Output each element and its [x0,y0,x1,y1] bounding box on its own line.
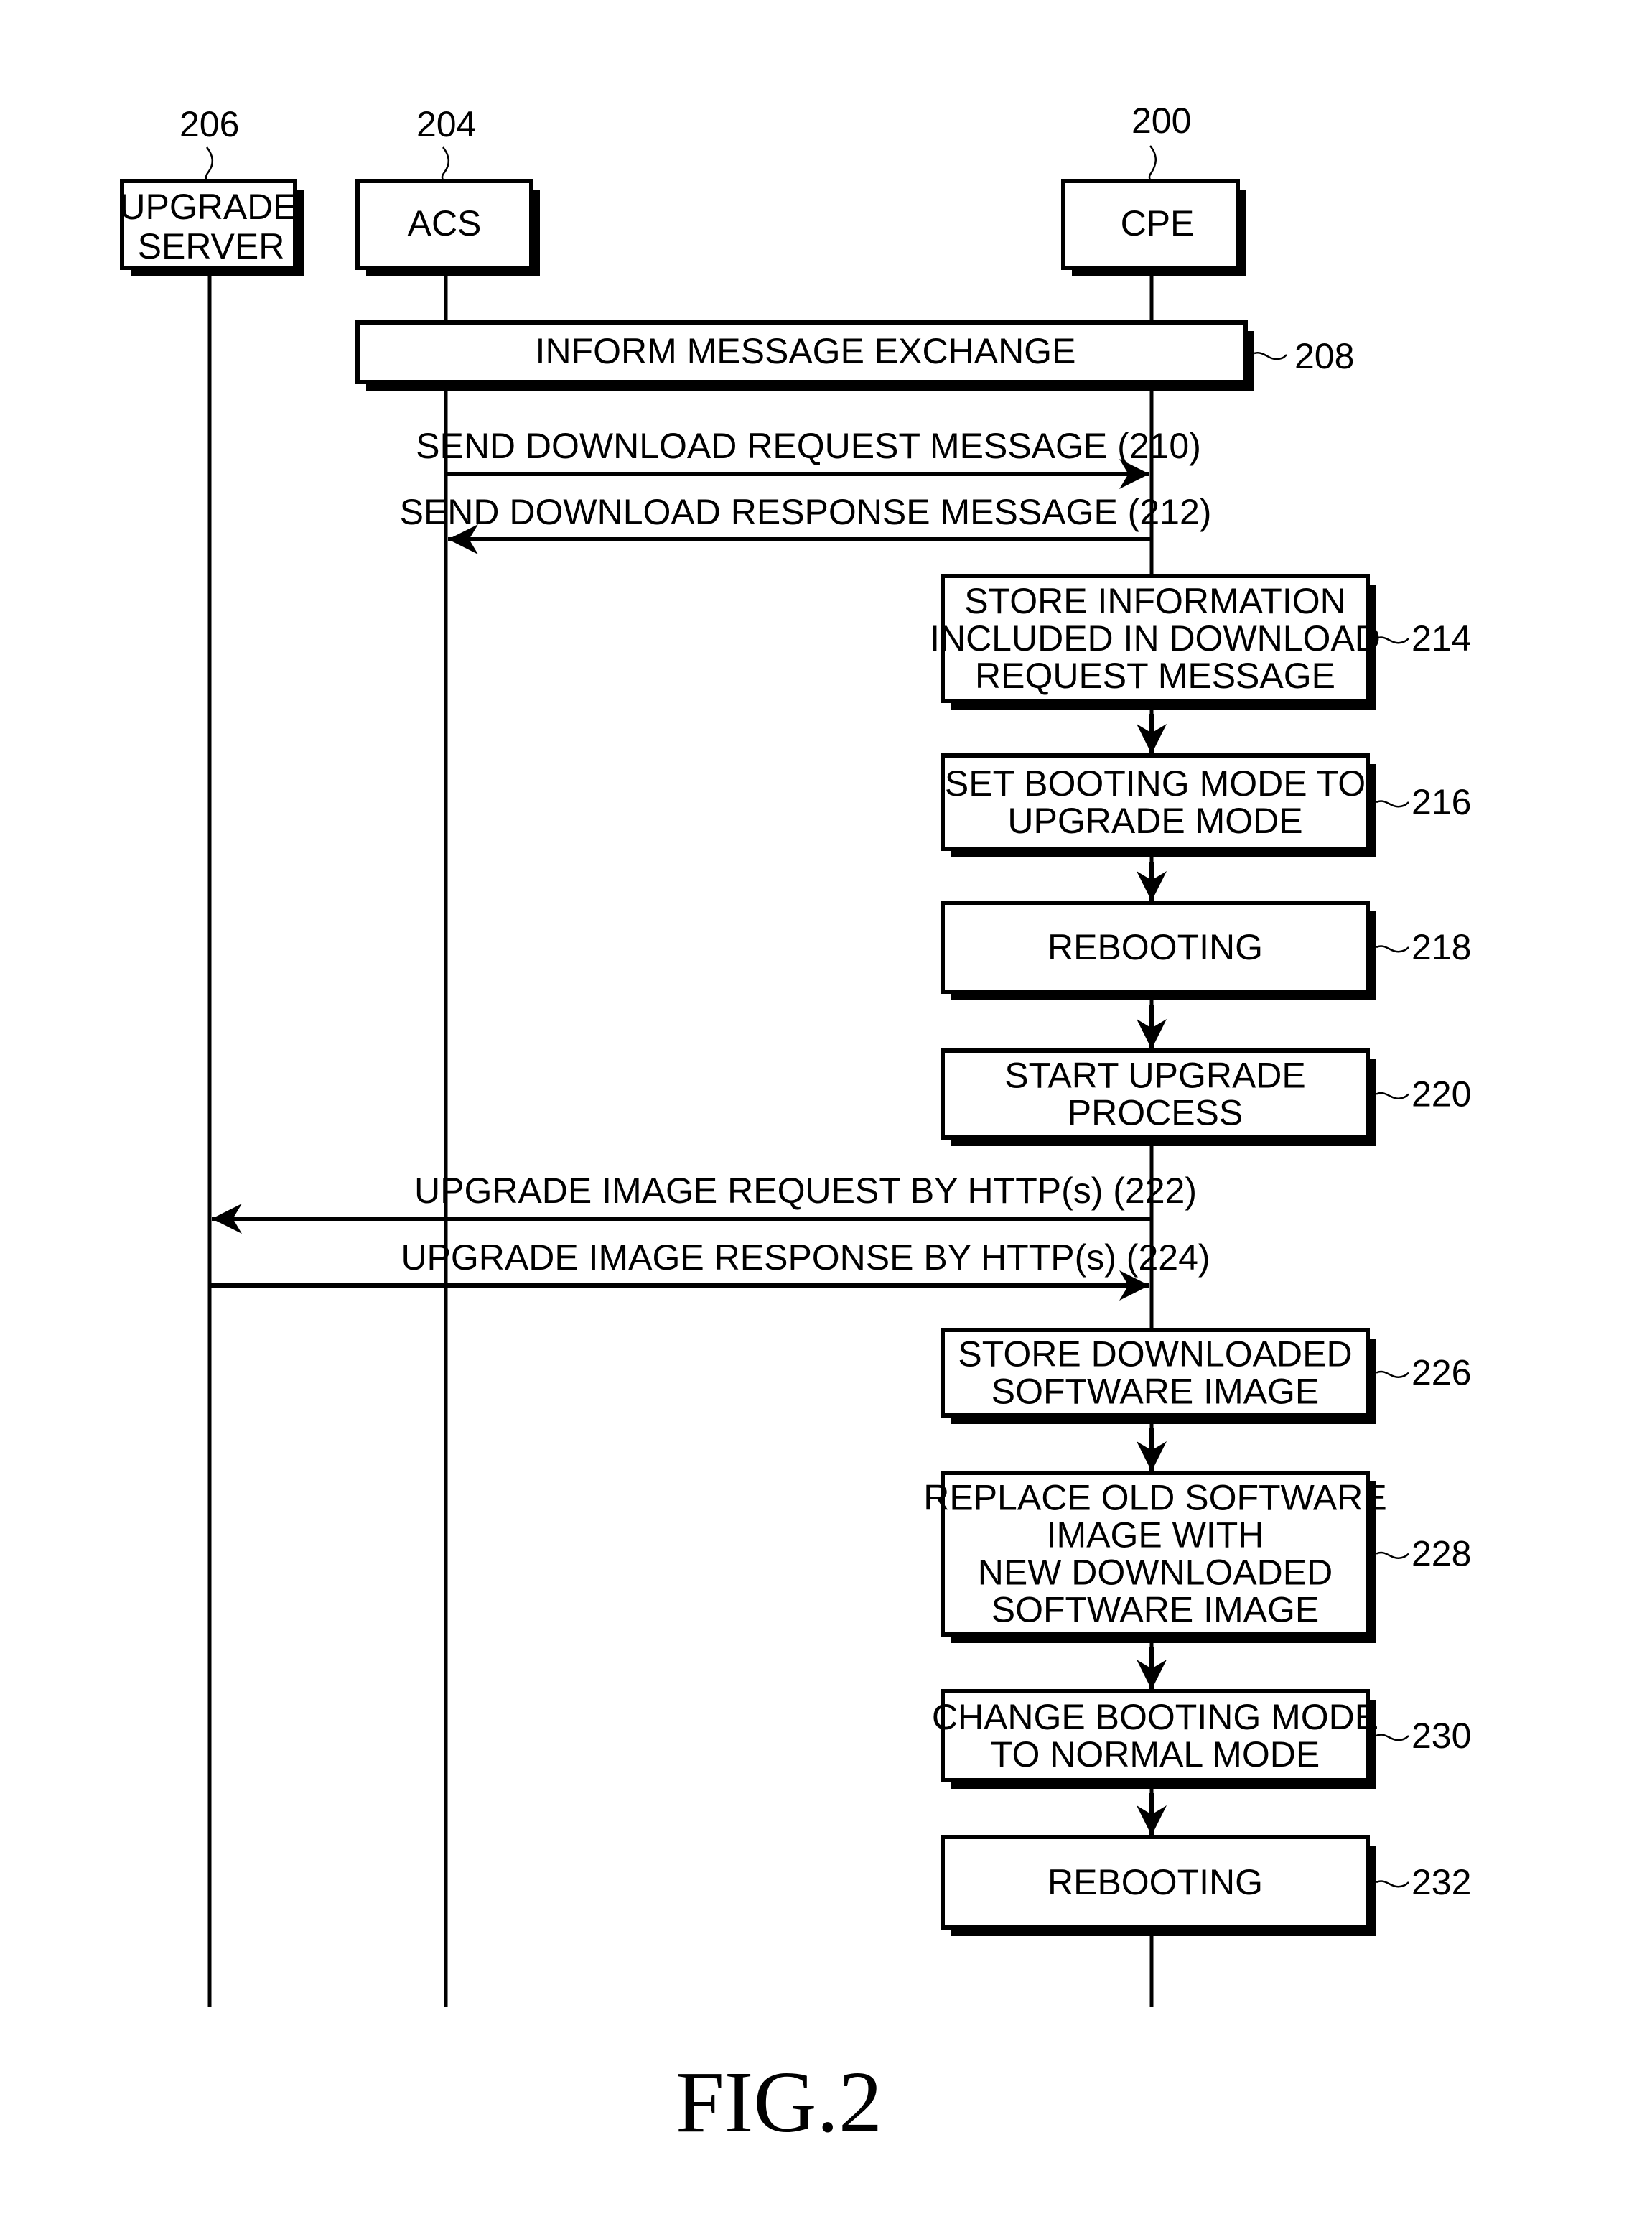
step-box-216: SET BOOTING MODE TOUPGRADE MODE 216 [941,753,1471,857]
entity-cpe: 200 CPE [1061,101,1246,276]
sequence-diagram: 206 UPGRADE SERVER 204 ACS 200 CPE INFOR… [119,101,1471,2151]
step-label-line: IMAGE WITH [1047,1515,1264,1555]
figure-label: FIG.2 [676,2054,882,2151]
step-box-230: CHANGE BOOTING MODETO NORMAL MODE 230 [932,1689,1471,1789]
entity-acs: 204 ACS [355,104,540,276]
step-ref: 218 [1411,927,1471,967]
step-box-218: REBOOTING 218 [941,901,1471,1000]
step-label-line: PROCESS [1068,1093,1243,1133]
step-ref: 220 [1411,1074,1471,1115]
ref-leader-204 [441,146,449,182]
step-ref: 230 [1411,1716,1471,1756]
message-222: UPGRADE IMAGE REQUEST BY HTTP(s) (222) [212,1171,1197,1234]
ref-leader-206 [205,146,213,182]
step-ref: 232 [1411,1862,1471,1902]
message-label: SEND DOWNLOAD REQUEST MESSAGE (210) [416,426,1201,466]
step-box-226: STORE DOWNLOADEDSOFTWARE IMAGE 226 [941,1328,1471,1424]
message-label: UPGRADE IMAGE RESPONSE BY HTTP(s) (224) [401,1237,1210,1278]
step-label-line: INCLUDED IN DOWNLOAD [930,618,1381,659]
step-ref: 216 [1411,782,1471,822]
step-ref: 214 [1411,618,1471,659]
step-label-line: TO NORMAL MODE [991,1734,1320,1774]
ref-leader-232 [1376,1880,1409,1888]
ref-leader-220 [1376,1092,1409,1099]
entity-label-line: UPGRADE [119,187,297,227]
step-label-line: REPLACE OLD SOFTWARE [923,1478,1386,1518]
ref-leader-218 [1376,945,1409,953]
step-label-line: START UPGRADE [1004,1056,1306,1096]
step-label-line: REQUEST MESSAGE [975,656,1335,696]
step-box-220: START UPGRADEPROCESS 220 [941,1048,1471,1146]
step-ref: 226 [1411,1353,1471,1393]
ref-leader-228 [1376,1551,1409,1559]
message-224: UPGRADE IMAGE RESPONSE BY HTTP(s) (224) [210,1237,1210,1301]
step-label-line: CHANGE BOOTING MODE [932,1697,1378,1737]
ref-leader-200 [1148,145,1157,182]
step-label-line: NEW DOWNLOADED [978,1553,1333,1593]
entity-label-line: SERVER [138,226,285,266]
step-label-line: STORE INFORMATION [964,581,1346,621]
step-label-line: UPGRADE MODE [1007,801,1302,841]
message-label: SEND DOWNLOAD RESPONSE MESSAGE (212) [400,492,1212,532]
step-label-line: SOFTWARE IMAGE [991,1590,1320,1630]
step-box-228: REPLACE OLD SOFTWAREIMAGE WITHNEW DOWNLO… [923,1471,1471,1643]
ref-leader-216 [1376,800,1409,808]
step-label-line: STORE DOWNLOADED [958,1334,1352,1374]
entity-upgrade-server: 206 UPGRADE SERVER [119,104,304,276]
message-label: UPGRADE IMAGE REQUEST BY HTTP(s) (222) [414,1171,1197,1211]
inform-ref: 208 [1294,336,1354,376]
ref-leader-214 [1376,636,1409,644]
entity-ref-206: 206 [179,104,239,144]
entity-ref-200: 200 [1131,101,1191,141]
message-212: SEND DOWNLOAD RESPONSE MESSAGE (212) [400,492,1212,554]
step-label-line: REBOOTING [1047,1862,1263,1902]
ref-leader-226 [1376,1370,1409,1378]
step-box-232: REBOOTING 232 [941,1835,1471,1936]
step-label-line: REBOOTING [1047,927,1263,967]
entity-ref-204: 204 [416,104,476,144]
ref-leader-230 [1376,1734,1409,1741]
inform-exchange-box: INFORM MESSAGE EXCHANGE 208 [355,320,1354,391]
step-label-line: SOFTWARE IMAGE [991,1372,1320,1412]
step-label-line: SET BOOTING MODE TO [945,763,1366,804]
step-ref: 228 [1411,1534,1471,1574]
step-box-214: STORE INFORMATIONINCLUDED IN DOWNLOADREQ… [930,574,1471,710]
entity-label-line: ACS [408,203,482,243]
ref-leader-208 [1254,352,1287,360]
inform-label: INFORM MESSAGE EXCHANGE [536,331,1076,371]
entity-label-line: CPE [1121,203,1195,243]
message-210: SEND DOWNLOAD REQUEST MESSAGE (210) [416,426,1201,489]
